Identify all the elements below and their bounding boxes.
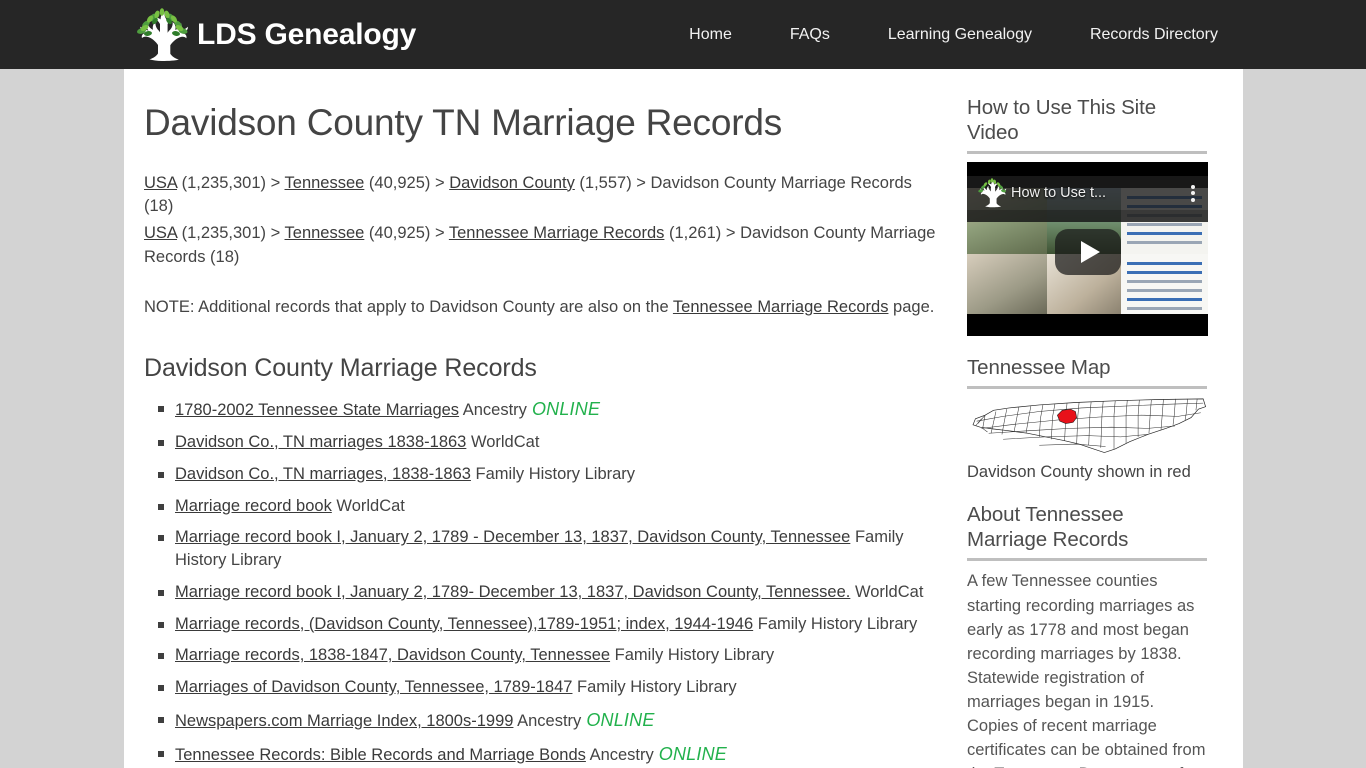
record-source: Ancestry bbox=[585, 745, 654, 764]
record-item: Davidson Co., TN marriages, 1838-1863 Fa… bbox=[158, 463, 950, 486]
breadcrumb-link[interactable]: USA bbox=[144, 224, 177, 242]
record-item: 1780-2002 Tennessee State Marriages Ance… bbox=[158, 397, 950, 422]
record-source: Ancestry bbox=[459, 401, 527, 420]
record-source: Ancestry bbox=[513, 711, 582, 730]
nav-item-learning-genealogy[interactable]: Learning Genealogy bbox=[859, 0, 1061, 69]
sidebar: How to Use This Site Video How to Use t.… bbox=[950, 69, 1243, 768]
main-content: Davidson County TN Marriage Records USA … bbox=[124, 69, 950, 768]
sidebar-about-title: About Tennessee Marriage Records bbox=[967, 503, 1129, 552]
video-title-bar: How to Use t... bbox=[967, 176, 1208, 210]
map-caption: Davidson County shown in red bbox=[967, 463, 1191, 481]
nav-item-records-directory[interactable]: Records Directory bbox=[1061, 0, 1247, 69]
record-title-link[interactable]: Marriage records, (Davidson County, Tenn… bbox=[175, 615, 753, 633]
online-badge: ONLINE bbox=[531, 399, 601, 420]
record-title-link[interactable]: 1780-2002 Tennessee State Marriages bbox=[175, 401, 459, 419]
sidebar-video-block: How to Use This Site Video How to Use t.… bbox=[967, 95, 1208, 336]
note-suffix: page. bbox=[888, 298, 935, 317]
record-source: Family History Library bbox=[610, 646, 775, 665]
record-source: WorldCat bbox=[466, 432, 540, 451]
page-title: Davidson County TN Marriage Records bbox=[144, 102, 783, 143]
record-source: Family History Library bbox=[753, 614, 918, 633]
record-source: WorldCat bbox=[331, 496, 405, 515]
sidebar-about-text: A few Tennessee counties starting record… bbox=[967, 572, 1206, 768]
breadcrumb: USA (1,235,301) > Tennessee (40,925) > T… bbox=[144, 222, 939, 270]
divider bbox=[967, 151, 1207, 154]
breadcrumb-text: (40,925) > bbox=[364, 224, 449, 243]
record-title-link[interactable]: Marriage record book I, January 2, 1789 … bbox=[175, 528, 850, 546]
tree-logo-icon bbox=[975, 178, 1009, 208]
record-source: WorldCat bbox=[850, 582, 924, 601]
record-title-link[interactable]: Marriage record book bbox=[175, 497, 332, 515]
record-source: Family History Library bbox=[470, 464, 636, 483]
section-title: Davidson County Marriage Records bbox=[144, 354, 537, 383]
record-item: Davidson Co., TN marriages 1838-1863 Wor… bbox=[158, 431, 950, 454]
record-item: Tennessee Records: Bible Records and Mar… bbox=[158, 742, 950, 767]
record-title-link[interactable]: Davidson Co., TN marriages, 1838-1863 bbox=[175, 465, 471, 483]
breadcrumb-text: (1,235,301) > bbox=[177, 224, 285, 243]
nav-item-home[interactable]: Home bbox=[660, 0, 761, 69]
breadcrumb-link[interactable]: Tennessee bbox=[285, 224, 365, 242]
record-title-link[interactable]: Davidson Co., TN marriages 1838-1863 bbox=[175, 433, 466, 451]
record-item: Marriage records, 1838-1847, Davidson Co… bbox=[158, 644, 950, 667]
page-container: Davidson County TN Marriage Records USA … bbox=[124, 69, 1243, 768]
divider bbox=[967, 386, 1207, 389]
breadcrumb-link[interactable]: Tennessee bbox=[285, 174, 365, 192]
record-title-link[interactable]: Newspapers.com Marriage Index, 1800s-199… bbox=[175, 712, 513, 730]
tennessee-county-map bbox=[967, 397, 1208, 455]
records-list: 1780-2002 Tennessee State Marriages Ance… bbox=[144, 397, 950, 768]
breadcrumb-link[interactable]: Davidson County bbox=[449, 174, 575, 192]
online-badge: ONLINE bbox=[586, 709, 655, 730]
sidebar-video-title: How to Use This Site Video bbox=[967, 96, 1157, 144]
tree-logo-icon bbox=[131, 7, 193, 62]
record-title-link[interactable]: Marriage record book I, January 2, 1789-… bbox=[175, 583, 850, 601]
record-item: Marriages of Davidson County, Tennessee,… bbox=[158, 676, 950, 699]
site-header: LDS Genealogy Home FAQs Learning Genealo… bbox=[0, 0, 1366, 69]
record-item: Marriage record book WorldCat bbox=[158, 495, 950, 518]
video-letterbox-bottom bbox=[967, 314, 1208, 336]
online-badge: ONLINE bbox=[658, 743, 727, 764]
sidebar-map-title: Tennessee Map bbox=[967, 356, 1111, 379]
video-site-navbar bbox=[967, 210, 1208, 222]
video-title-label: How to Use t... bbox=[1011, 185, 1107, 201]
breadcrumb-link[interactable]: USA bbox=[144, 174, 177, 192]
video-letterbox-top bbox=[967, 162, 1208, 176]
divider bbox=[967, 558, 1207, 562]
brand-name: LDS Genealogy bbox=[197, 17, 417, 51]
breadcrumb-text: (40,925) > bbox=[364, 173, 450, 192]
breadcrumb-list: USA (1,235,301) > Tennessee (40,925) > D… bbox=[144, 172, 950, 271]
sidebar-about-block: About Tennessee Marriage Records A few T… bbox=[967, 502, 1207, 768]
sidebar-map-block: Tennessee Map Davidson County shown in r… bbox=[967, 355, 1207, 483]
main-navigation: Home FAQs Learning Genealogy Records Dir… bbox=[660, 0, 1247, 69]
nav-item-faqs[interactable]: FAQs bbox=[761, 0, 859, 69]
record-item: Marriage record book I, January 2, 1789-… bbox=[158, 581, 950, 604]
breadcrumb-text: (1,235,301) > bbox=[177, 173, 285, 192]
note-text: NOTE: Additional records that apply to D… bbox=[144, 296, 939, 320]
how-to-use-video-player[interactable]: How to Use t... bbox=[967, 162, 1208, 336]
record-item: Newspapers.com Marriage Index, 1800s-199… bbox=[158, 708, 950, 733]
record-title-link[interactable]: Marriages of Davidson County, Tennessee,… bbox=[175, 678, 572, 696]
record-source: Family History Library bbox=[572, 678, 737, 697]
note-prefix: NOTE: Additional records that apply to D… bbox=[144, 298, 673, 317]
record-item: Marriage record book I, January 2, 1789 … bbox=[158, 526, 950, 572]
note-link[interactable]: Tennessee Marriage Records bbox=[673, 298, 889, 316]
kebab-menu-icon[interactable] bbox=[1186, 182, 1200, 204]
record-title-link[interactable]: Tennessee Records: Bible Records and Mar… bbox=[175, 746, 586, 764]
breadcrumb-link[interactable]: Tennessee Marriage Records bbox=[449, 224, 665, 242]
brand-logo-link[interactable]: LDS Genealogy bbox=[131, 0, 416, 69]
play-button-icon[interactable] bbox=[1054, 229, 1121, 276]
record-title-link[interactable]: Marriage records, 1838-1847, Davidson Co… bbox=[175, 646, 610, 664]
breadcrumb: USA (1,235,301) > Tennessee (40,925) > D… bbox=[144, 172, 939, 220]
record-item: Marriage records, (Davidson County, Tenn… bbox=[158, 613, 950, 636]
